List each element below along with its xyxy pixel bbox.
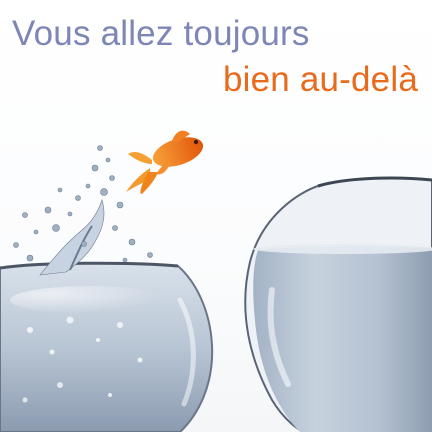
headline-line-2: bien au-delà (222, 60, 418, 99)
ad-banner: Vous allez toujours bien au-delà (0, 0, 432, 432)
water-splash (13, 145, 153, 276)
headline: Vous allez toujours bien au-delà (0, 0, 432, 110)
headline-line-1: Vous allez toujours (12, 14, 310, 53)
goldfish (126, 130, 204, 194)
left-fishbowl (0, 261, 214, 432)
right-fishbowl (244, 176, 432, 432)
